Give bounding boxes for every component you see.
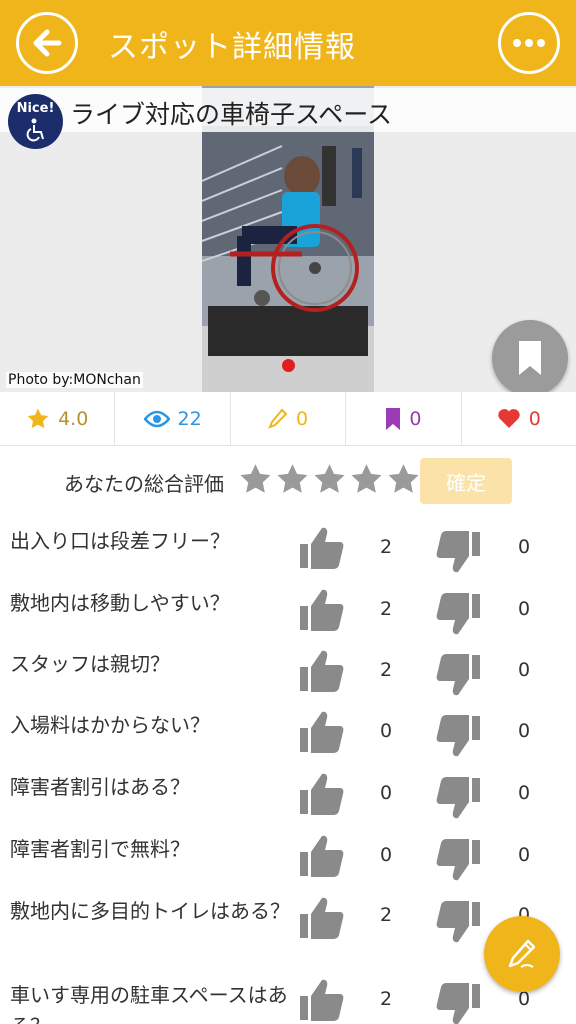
bookmarks-stat: 0 [346, 392, 462, 445]
photo-credit: Photo by:MONchan [6, 372, 143, 388]
thumbs-down-icon[interactable] [436, 714, 482, 758]
rating-star-1-icon[interactable] [238, 462, 273, 497]
stats-bar: 4.0 22 0 0 0 [0, 392, 576, 446]
star-icon [27, 408, 49, 428]
confirm-rating-button[interactable]: 確定 [420, 458, 512, 504]
bookmarks-count: 0 [409, 407, 422, 430]
thumbs-up-icon[interactable] [298, 834, 344, 878]
pencil-icon [268, 408, 288, 429]
rating-star-2-icon[interactable] [275, 462, 310, 497]
thumbs-down-count: 0 [517, 598, 531, 620]
question-text: 敷地内は移動しやすい？ [10, 591, 230, 615]
app-header: スポット詳細情報 [0, 0, 576, 86]
bookmark-button[interactable] [492, 320, 568, 392]
arrow-left-icon [33, 29, 62, 57]
thumbs-up-icon[interactable] [298, 896, 344, 940]
views-stat: 22 [115, 392, 231, 445]
spot-title-bar: ライブ対応の車椅子スペース [0, 88, 576, 132]
thumbs-down-count: 0 [517, 659, 531, 681]
overall-rating-label: あなたの総合評価 [64, 472, 224, 496]
question-text: 敷地内に多目的トイレはある？ [10, 899, 290, 923]
thumbs-up-count: 0 [379, 782, 393, 804]
thumbs-up-count: 2 [379, 904, 393, 926]
nice-badge: Nice! [8, 94, 63, 149]
wheelchair-icon [26, 118, 44, 142]
thumbs-down-icon[interactable] [436, 592, 482, 636]
thumbs-up-count: 2 [379, 598, 393, 620]
thumbs-down-count: 0 [517, 782, 531, 804]
thumbs-down-icon[interactable] [436, 838, 482, 882]
views-count: 22 [177, 407, 202, 430]
thumbs-down-icon[interactable] [436, 530, 482, 574]
question-text: 出入り口は段差フリー？ [10, 529, 230, 553]
rating-stat: 4.0 [0, 392, 116, 445]
thumbs-down-icon[interactable] [436, 900, 482, 944]
thumbs-up-icon[interactable] [298, 710, 344, 754]
thumbs-up-count: 2 [379, 988, 393, 1010]
edits-stat: 0 [231, 392, 347, 445]
thumbs-up-count: 2 [379, 536, 393, 558]
rating-star-3-icon[interactable] [312, 462, 347, 497]
thumbs-down-count: 0 [517, 844, 531, 866]
rating-stars [238, 462, 421, 497]
thumbs-down-count: 0 [517, 720, 531, 742]
eye-icon [143, 410, 170, 427]
more-options-button[interactable] [498, 12, 560, 74]
rating-star-4-icon[interactable] [349, 462, 384, 497]
edits-count: 0 [295, 407, 309, 430]
back-button[interactable] [16, 12, 78, 74]
rating-value: 4.0 [58, 407, 89, 430]
thumbs-up-count: 0 [379, 720, 393, 742]
thumbs-down-icon[interactable] [436, 653, 482, 697]
thumbs-up-count: 2 [379, 659, 393, 681]
likes-count: 0 [528, 407, 541, 430]
question-text: 障害者割引で無料？ [10, 837, 190, 861]
likes-stat: 0 [462, 392, 576, 445]
spot-title: ライブ対応の車椅子スペース [70, 100, 393, 129]
thumbs-up-icon[interactable] [298, 588, 344, 632]
heart-icon [498, 409, 520, 428]
bookmark-icon [519, 341, 541, 375]
question-text: 入場料はかからない？ [10, 713, 210, 737]
more-horizontal-icon [513, 39, 545, 47]
nice-badge-label: Nice! [16, 101, 55, 116]
carousel-indicator [282, 359, 295, 372]
page-title: スポット詳細情報 [108, 30, 356, 65]
thumbs-up-icon[interactable] [298, 649, 344, 693]
edit-button[interactable] [484, 916, 560, 992]
pencil-icon [508, 939, 536, 968]
question-text: 障害者割引はある？ [10, 775, 190, 799]
thumbs-up-icon[interactable] [298, 526, 344, 570]
thumbs-up-count: 0 [379, 844, 393, 866]
thumbs-down-count: 0 [517, 536, 531, 558]
thumbs-down-icon[interactable] [436, 982, 482, 1024]
thumbs-down-icon[interactable] [436, 776, 482, 820]
overall-rating-row: あなたの総合評価 確定 [0, 456, 576, 506]
photo-carousel[interactable]: ライブ対応の車椅子スペース Nice! Photo by:MONchan [0, 86, 576, 392]
bookmark-count-icon [386, 407, 401, 430]
rating-star-5-icon[interactable] [386, 462, 421, 497]
thumbs-up-icon[interactable] [298, 978, 344, 1022]
question-text: 車いす専用の駐車スペースはある？ [10, 983, 288, 1024]
thumbs-up-icon[interactable] [298, 772, 344, 816]
question-text: スタッフは親切？ [10, 652, 170, 676]
